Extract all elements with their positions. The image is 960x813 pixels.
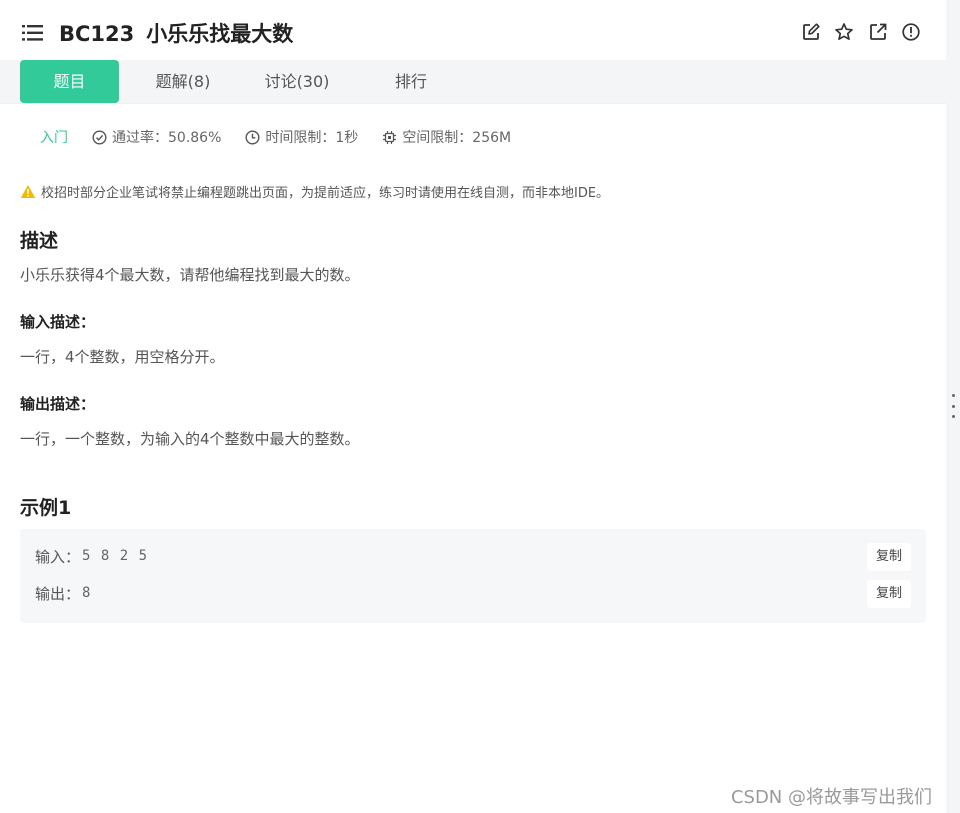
problem-name: 小乐乐找最大数	[146, 22, 294, 46]
problem-tabs: 题目 题解(8) 讨论(30) 排行	[0, 60, 946, 104]
example-input-value: 5 8 2 5	[82, 548, 149, 564]
example-input-row: 输入： 5 8 2 5	[35, 544, 148, 568]
ide-notice: 校招时部分企业笔试将禁止编程题跳出页面，为提前适应，练习时请使用在线自测，而非本…	[20, 182, 609, 201]
time-limit: 时间限制：1秒	[245, 127, 358, 147]
example-output-label: 输出：	[35, 584, 81, 603]
input-description-text: 一行，4个整数，用空格分开。	[20, 348, 225, 366]
problem-code: BC123	[59, 22, 135, 46]
chip-icon	[383, 130, 397, 144]
drag-handle-icon[interactable]	[950, 394, 956, 418]
time-limit-text: 时间限制：1秒	[265, 130, 359, 146]
list-menu-icon[interactable]	[22, 24, 44, 42]
description-text: 小乐乐获得4个最大数，请帮他编程找到最大的数。	[20, 266, 360, 284]
example-input-label: 输入：	[35, 547, 81, 566]
problem-meta: 入门 通过率：50.86% 时间限制：1秒 空间限制：256M	[40, 127, 535, 147]
space-limit: 空间限制：256M	[382, 127, 511, 147]
star-icon[interactable]	[834, 22, 854, 42]
copy-input-button[interactable]: 复制	[867, 543, 911, 571]
tab-solutions[interactable]: 题解(8)	[142, 60, 224, 103]
tab-ranking[interactable]: 排行	[381, 60, 441, 103]
report-icon[interactable]	[901, 22, 921, 42]
tab-problem[interactable]: 题目	[20, 60, 119, 103]
warning-icon	[20, 185, 36, 198]
check-circle-icon	[92, 129, 107, 145]
problem-header: BC123 小乐乐找最大数	[0, 0, 946, 62]
example-box: 输入： 5 8 2 5 复制 输出： 8 复制	[20, 529, 926, 623]
clock-icon	[245, 129, 260, 145]
example-output-value: 8	[82, 585, 92, 601]
external-link-icon[interactable]	[868, 22, 888, 42]
example-output-row: 输出： 8	[35, 581, 91, 605]
space-limit-text: 空间限制：256M	[402, 130, 512, 146]
description-heading: 描述	[20, 230, 59, 252]
copy-output-button[interactable]: 复制	[867, 580, 911, 608]
notice-text: 校招时部分企业笔试将禁止编程题跳出页面，为提前适应，练习时请使用在线自测，而非本…	[41, 186, 610, 201]
problem-panel: BC123 小乐乐找最大数 题目 题解(8) 讨论(30) 排行 入门 通过率：…	[0, 0, 946, 813]
csdn-watermark: CSDN @将故事写出我们	[730, 787, 932, 808]
output-description-heading: 输出描述：	[20, 395, 96, 413]
output-description-text: 一行，一个整数，为输入的4个整数中最大的整数。	[20, 430, 360, 448]
edit-icon[interactable]	[801, 22, 821, 42]
pass-rate: 通过率：50.86%	[92, 127, 221, 147]
problem-title: BC123 小乐乐找最大数	[59, 18, 293, 48]
example-heading: 示例1	[20, 497, 72, 519]
difficulty-badge: 入门	[40, 130, 68, 146]
input-description-heading: 输入描述：	[20, 313, 96, 331]
tab-discussion[interactable]: 讨论(30)	[251, 60, 343, 103]
pass-rate-text: 通过率：50.86%	[112, 130, 222, 146]
